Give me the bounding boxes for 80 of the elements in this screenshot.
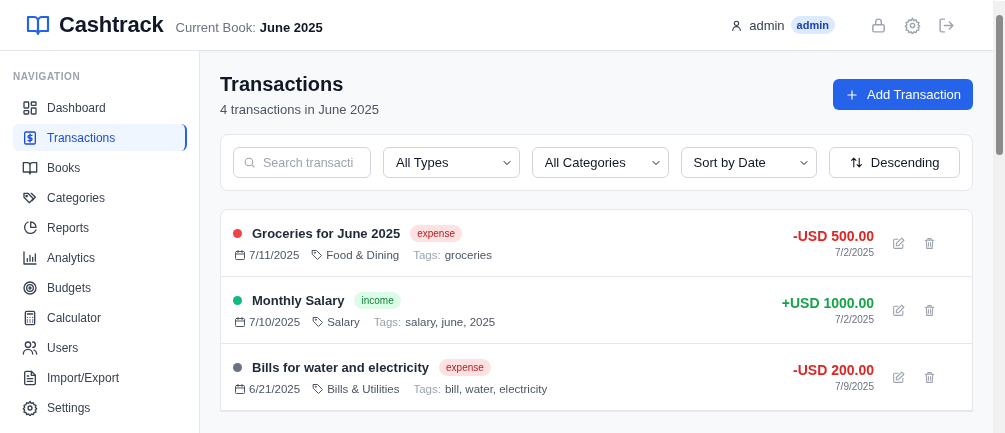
sort-arrows-icon — [849, 156, 863, 169]
book-logo-icon — [26, 13, 50, 37]
trash-icon[interactable] — [923, 236, 936, 250]
transaction-date: 7/10/2025 — [249, 316, 301, 328]
tags-label: Tags: — [413, 383, 441, 395]
user-icon — [730, 18, 744, 32]
type-badge: expense — [410, 225, 462, 242]
page-subtitle: 4 transactions in June 2025 — [220, 102, 379, 117]
lock-icon[interactable] — [870, 16, 887, 34]
nav-item[interactable]: Import/Export — [13, 364, 187, 391]
category-select[interactable]: All Categories — [531, 147, 669, 178]
nav-item[interactable]: Categories — [13, 184, 187, 211]
amount: -USD 200.00 — [793, 362, 874, 378]
type-badge: expense — [439, 359, 491, 376]
book-icon — [22, 159, 38, 176]
page-title: Transactions — [220, 73, 345, 96]
tag-icon — [312, 383, 325, 395]
bar-chart-icon — [22, 249, 38, 266]
logout-icon[interactable] — [938, 16, 955, 34]
transaction-title: Groceries for June 2025 — [252, 226, 401, 241]
amount: +USD 1000.00 — [781, 295, 874, 311]
transaction-date: 7/11/2025 — [249, 249, 300, 261]
category-label: Salary — [327, 316, 360, 328]
role-badge: admin — [790, 16, 835, 34]
nav-item[interactable]: Dashboard — [13, 94, 187, 121]
amount: -USD 500.00 — [793, 228, 874, 244]
pie-chart-icon — [22, 219, 38, 236]
sort-select[interactable]: Sort by Date — [680, 147, 818, 178]
nav-item[interactable]: Transactions — [13, 124, 187, 151]
users-icon — [22, 339, 38, 356]
current-book-name: June 2025 — [259, 20, 323, 35]
transaction-title: Bills for water and electricity — [252, 360, 429, 375]
type-select[interactable]: All Types — [383, 147, 520, 178]
tags-value: salary, june, 2025 — [405, 316, 496, 328]
trash-icon[interactable] — [923, 303, 936, 317]
sidebar-heading: NAVIGATION — [13, 71, 82, 82]
nav-item[interactable]: Budgets — [13, 274, 187, 301]
calendar-icon — [234, 316, 246, 328]
calculator-icon — [22, 309, 38, 326]
tag-icon — [311, 249, 324, 261]
settings-icon[interactable] — [904, 16, 921, 34]
grid-icon — [22, 99, 38, 116]
sort-order-button[interactable]: Descending — [829, 147, 960, 178]
created-date: 7/2/2025 — [835, 247, 874, 258]
calendar-icon — [234, 249, 246, 261]
tags-value: groceries — [444, 249, 492, 261]
search-icon — [243, 156, 256, 169]
edit-icon[interactable] — [892, 303, 905, 317]
transaction-title: Monthly Salary — [252, 293, 345, 308]
trash-icon[interactable] — [923, 370, 936, 384]
plus-icon — [845, 87, 860, 102]
category-label: Bills & Utilities — [327, 383, 400, 395]
gear-icon — [22, 399, 38, 416]
nav-item[interactable]: Calculator — [13, 304, 187, 331]
nav-item[interactable]: Settings — [13, 394, 187, 421]
nav-item[interactable]: Books — [13, 154, 187, 181]
tags-label: Tags: — [413, 249, 441, 261]
tags-value: bill, water, electricity — [444, 383, 548, 395]
tags-label: Tags: — [373, 316, 402, 328]
nav-item[interactable]: Analytics — [13, 244, 187, 271]
transaction-date: 6/21/2025 — [249, 383, 301, 395]
user-name: admin — [749, 17, 785, 33]
nav-item[interactable]: Reports — [13, 214, 187, 241]
edit-icon[interactable] — [892, 370, 905, 384]
created-date: 7/2/2025 — [835, 314, 874, 325]
type-badge: income — [354, 292, 401, 309]
calendar-icon — [234, 383, 246, 395]
tag-icon — [312, 316, 325, 328]
add-transaction-button[interactable]: Add Transaction — [833, 79, 973, 110]
target-icon — [22, 279, 38, 296]
current-book-label: Current Book: — [175, 20, 256, 35]
document-icon — [22, 369, 38, 386]
dollar-icon — [22, 129, 38, 146]
category-label: Food & Dining — [326, 249, 400, 261]
created-date: 7/9/2025 — [835, 381, 874, 392]
nav-item[interactable]: Users — [13, 334, 187, 361]
edit-icon[interactable] — [892, 236, 905, 250]
app-name: Cashtrack — [59, 12, 164, 38]
search-field[interactable]: Search transacti — [233, 147, 371, 178]
scrollbar[interactable] — [993, 1, 1005, 433]
